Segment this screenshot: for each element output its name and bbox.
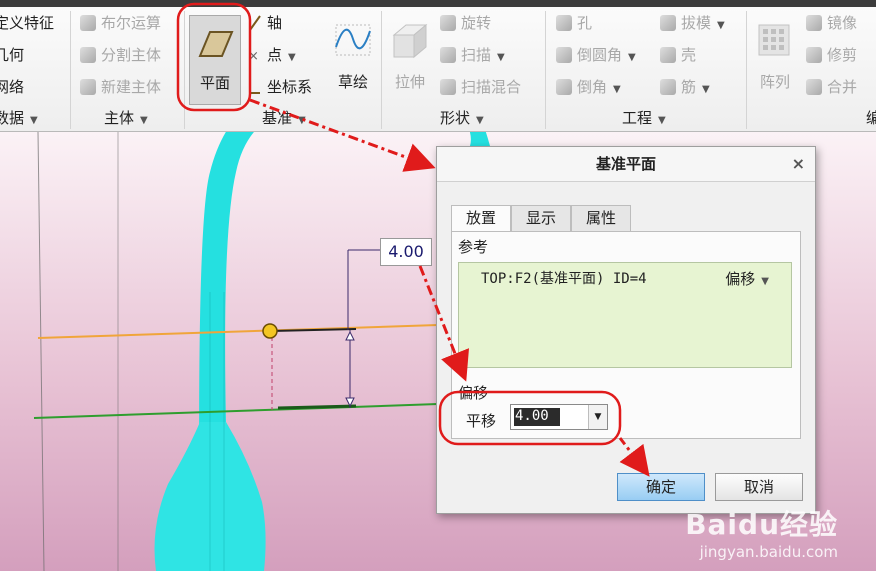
ribbon-toolbar: 定义特征 几何 网络 数据 ▼ 布尔运算 分割主体 新建主体 主体 ▼ 平面 轴 ×… <box>0 7 876 132</box>
offset-value-combo[interactable]: ▼ <box>510 404 608 430</box>
placement-panel: 参考 TOP:F2(基准平面) ID=4 偏移▼ 偏移 平移 ▼ <box>451 231 801 439</box>
extrude-button[interactable]: 拉伸 <box>388 15 432 103</box>
split-body-button[interactable]: 分割主体 <box>80 45 161 65</box>
sketch-icon <box>335 24 371 56</box>
axis-button[interactable]: 轴 <box>248 13 282 33</box>
revolve-button[interactable]: 旋转 <box>440 13 491 33</box>
pattern-button[interactable]: 阵列 <box>753 15 797 103</box>
rib-button[interactable]: 筋 ▼ <box>660 77 710 100</box>
swept-blend-button[interactable]: 扫描混合 <box>440 77 521 97</box>
sketch-button[interactable]: 草绘 <box>330 15 376 103</box>
hole-icon <box>556 15 572 31</box>
new-body-button[interactable]: 新建主体 <box>80 77 161 97</box>
group-body[interactable]: 主体 ▼ <box>104 107 148 129</box>
mirror-button[interactable]: 镜像 <box>806 13 857 33</box>
translation-label: 平移 <box>466 412 497 430</box>
new-body-icon <box>80 79 96 95</box>
chamfer-button[interactable]: 倒角 ▼ <box>556 77 621 100</box>
merge-icon <box>806 79 822 95</box>
pattern-label: 阵列 <box>759 73 790 91</box>
round-button[interactable]: 倒圆角 ▼ <box>556 45 636 68</box>
axis-icon <box>248 15 262 31</box>
references-label: 参考 <box>458 238 489 256</box>
reference-item[interactable]: TOP:F2(基准平面) ID=4 <box>481 268 647 288</box>
ok-button[interactable]: 确定 <box>617 473 705 501</box>
pattern-icon <box>758 24 790 56</box>
group-datum[interactable]: 基准 ▼ <box>262 107 306 129</box>
top-datum-plane-line <box>33 403 439 419</box>
watermark-brand: Baidu经验 <box>685 508 838 541</box>
merge-button[interactable]: 合并 <box>806 77 857 97</box>
revolve-icon <box>440 15 456 31</box>
ribbon-custom-feature[interactable]: 定义特征 <box>0 13 54 33</box>
csys-icon <box>248 79 262 95</box>
draft-button[interactable]: 拔模 ▼ <box>660 13 725 36</box>
sketch-label: 草绘 <box>337 73 368 91</box>
reference-type-dropdown[interactable]: 偏移 ▼ <box>725 268 769 289</box>
offset-value-input[interactable] <box>513 407 589 425</box>
close-icon[interactable]: × <box>792 147 805 181</box>
watermark: Baidu经验 jingyan.baidu.com <box>685 503 838 561</box>
references-list[interactable]: TOP:F2(基准平面) ID=4 偏移 ▼ <box>458 262 792 368</box>
shell-button[interactable]: 壳 <box>660 45 696 65</box>
boolean-icon <box>80 15 96 31</box>
title-bar <box>0 0 876 7</box>
chamfer-icon <box>556 79 572 95</box>
boolean-button[interactable]: 布尔运算 <box>80 13 161 33</box>
chevron-down-icon[interactable]: ▼ <box>588 405 607 429</box>
trim-icon <box>806 47 822 63</box>
plane-button[interactable]: 平面 <box>189 15 241 105</box>
new-datum-plane-line <box>37 324 439 339</box>
plane-label: 平面 <box>199 74 230 92</box>
dimension-label[interactable]: 4.00 <box>380 238 432 266</box>
sweep-icon <box>440 47 456 63</box>
tab-properties[interactable]: 属性 <box>571 205 631 231</box>
ribbon-geometry[interactable]: 几何 <box>0 45 24 65</box>
round-icon <box>556 47 572 63</box>
group-engineering[interactable]: 工程 ▼ <box>622 107 666 129</box>
extrude-label: 拉伸 <box>394 73 425 91</box>
ribbon-network[interactable]: 网络 <box>0 77 24 97</box>
hole-button[interactable]: 孔 <box>556 13 592 33</box>
point-button[interactable]: × 点 ▼ <box>248 45 296 68</box>
draft-icon <box>660 15 676 31</box>
group-data[interactable]: 数据 ▼ <box>0 107 38 129</box>
group-editing[interactable]: 编 <box>866 107 876 129</box>
swept-blend-icon <box>440 79 456 95</box>
point-icon: × <box>248 47 262 64</box>
shell-icon <box>660 47 676 63</box>
tab-placement[interactable]: 放置 <box>451 205 511 232</box>
mirror-icon <box>806 15 822 31</box>
cancel-button[interactable]: 取消 <box>715 473 803 501</box>
trim-button[interactable]: 修剪 <box>806 45 857 65</box>
svg-text:×: × <box>248 49 259 63</box>
offset-section-label: 偏移 <box>458 384 489 402</box>
watermark-url: jingyan.baidu.com <box>699 543 838 561</box>
sweep-button[interactable]: 扫描 ▼ <box>440 45 505 68</box>
tab-display[interactable]: 显示 <box>511 205 571 231</box>
datum-plane-dialog: 基准平面 × 放置 显示 属性 参考 TOP:F2(基准平面) ID=4 偏移 ▼… <box>436 146 816 514</box>
chevron-down-icon: ▼ <box>761 276 769 287</box>
dialog-title-bar[interactable]: 基准平面 × <box>437 147 815 182</box>
drag-handle[interactable] <box>262 323 278 339</box>
dialog-title: 基准平面 <box>595 155 656 173</box>
group-shape[interactable]: 形状 ▼ <box>440 107 484 129</box>
coordinate-system-button[interactable]: 坐标系 <box>248 77 312 97</box>
extrude-icon <box>392 23 428 59</box>
split-body-icon <box>80 47 96 63</box>
rib-icon <box>660 79 676 95</box>
plane-icon <box>198 31 234 57</box>
